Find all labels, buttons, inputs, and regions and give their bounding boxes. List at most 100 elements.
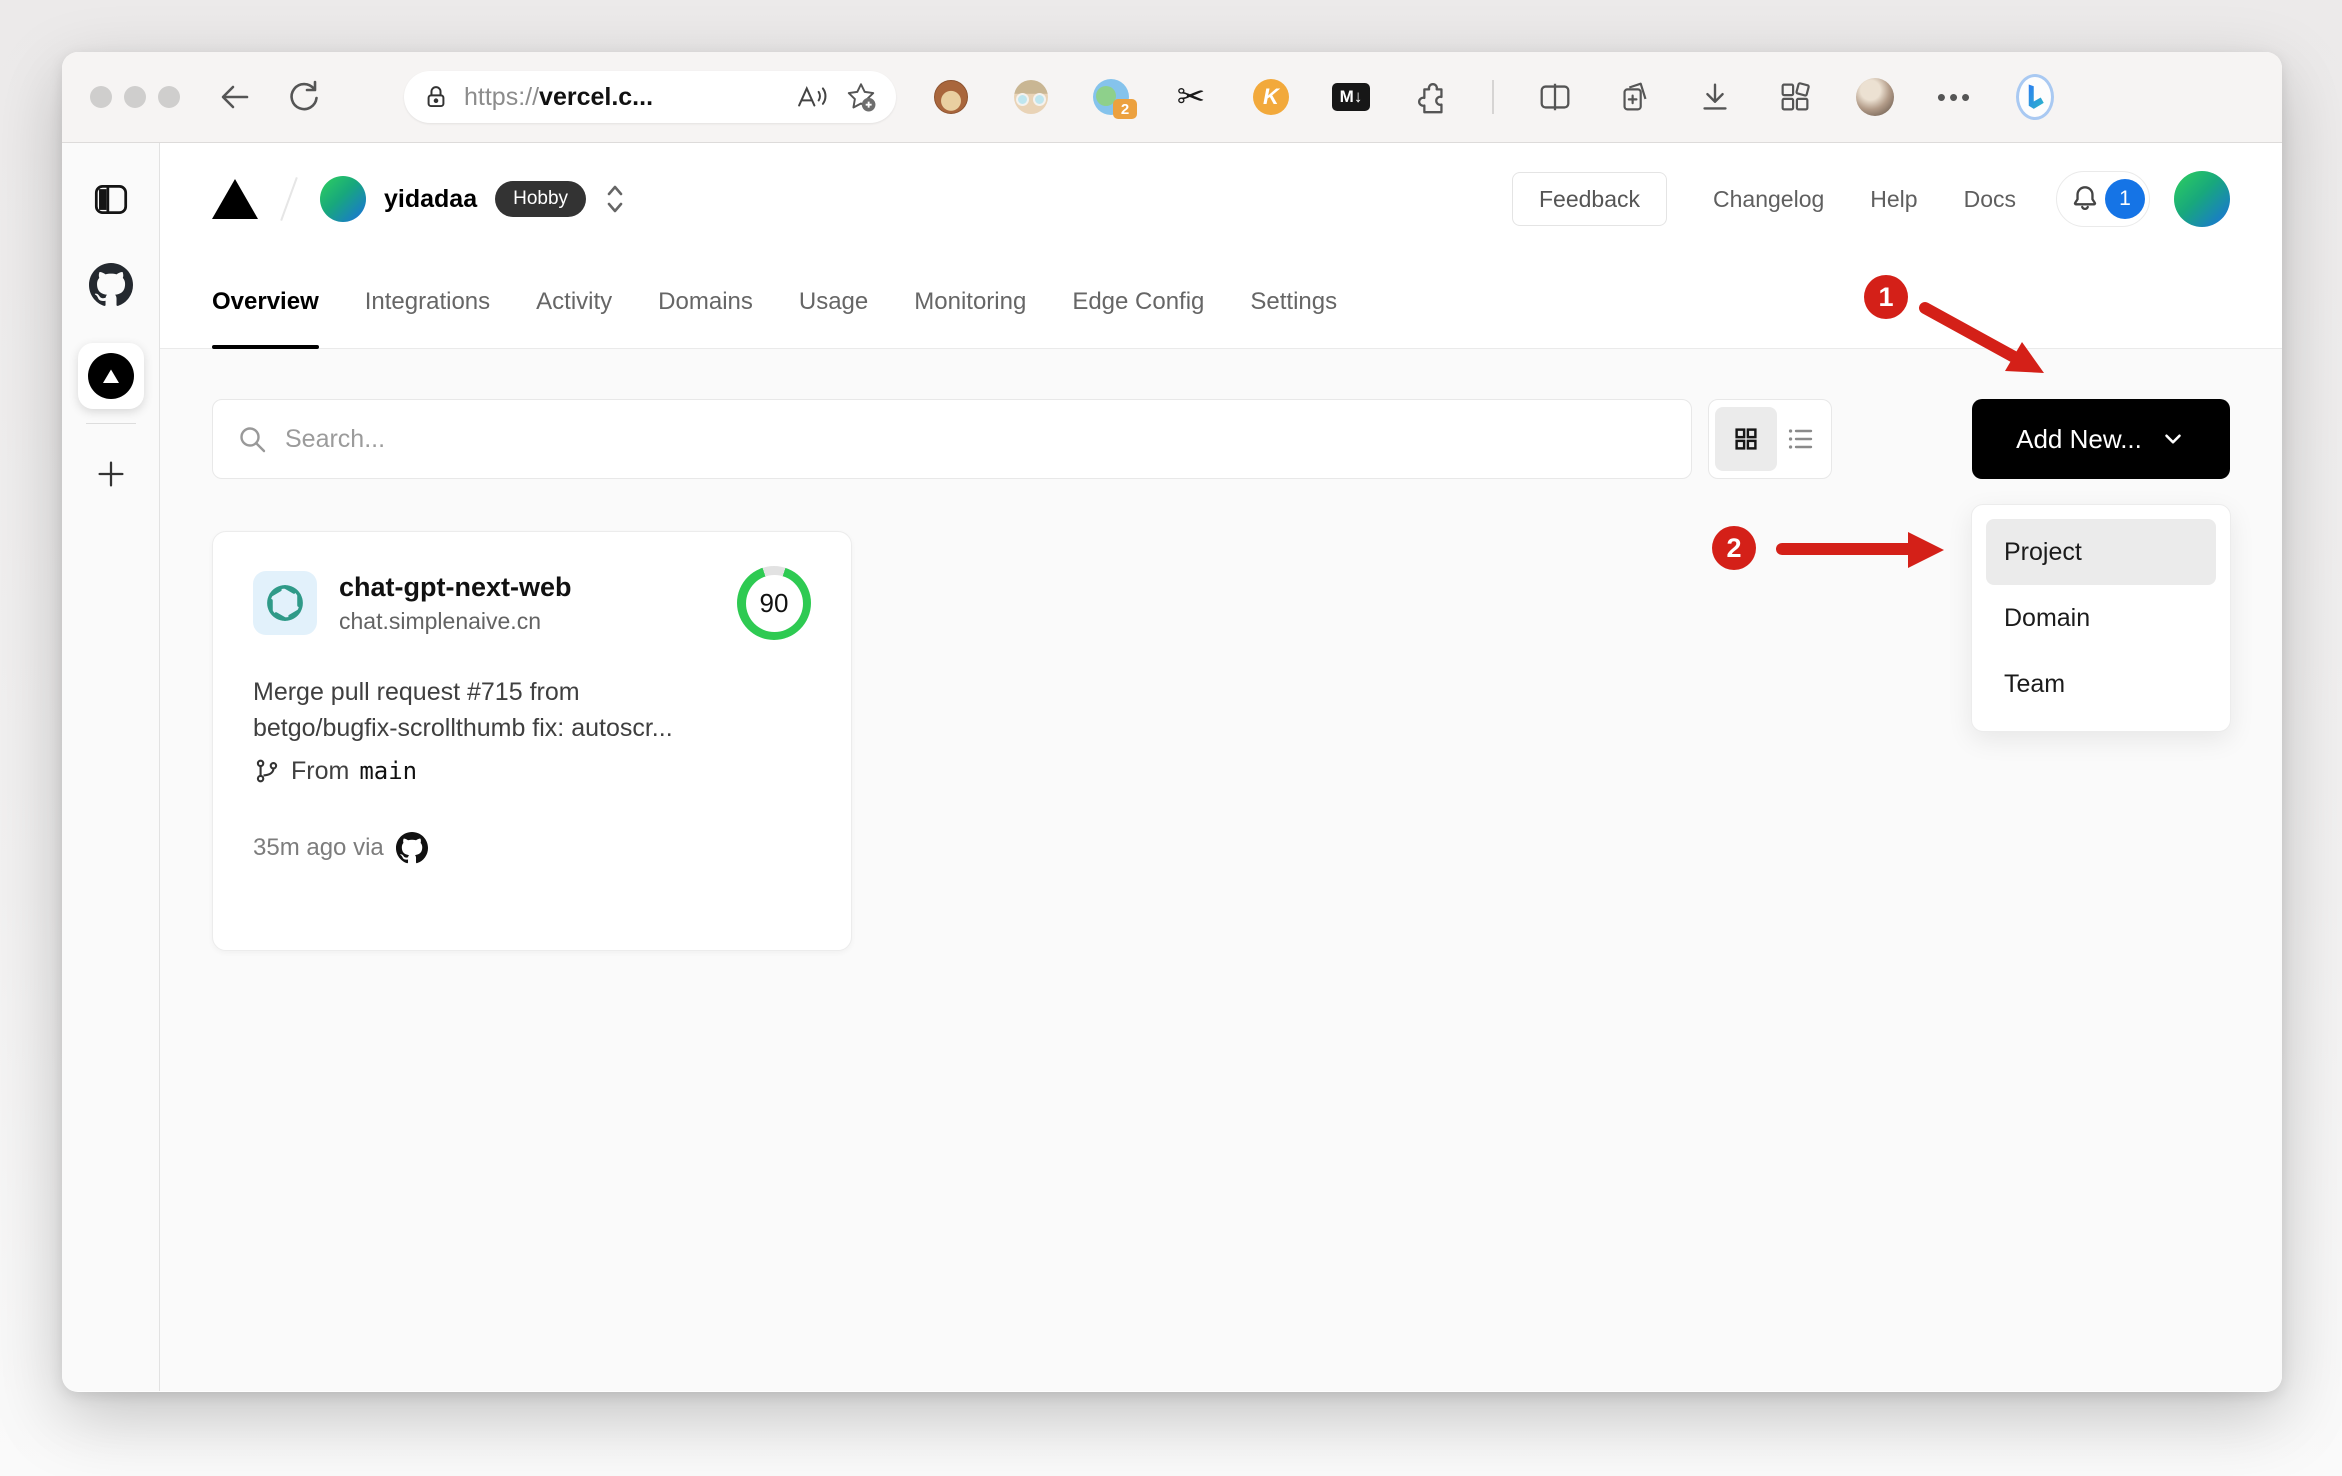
tab-activity[interactable]: Activity	[536, 255, 612, 348]
breadcrumb-slash	[280, 177, 298, 221]
extensions-row: 2 ✂ K M↓ •••	[932, 74, 2054, 120]
add-new-label: Add New...	[2016, 423, 2142, 454]
git-branch-icon	[256, 759, 278, 783]
project-card[interactable]: chat-gpt-next-web chat.simplenaive.cn 90…	[212, 531, 852, 951]
add-new-button[interactable]: Add New...	[1972, 399, 2230, 479]
browser-window: https://vercel.c... 2 ✂ K M↓ ••• yidadaa…	[62, 52, 2282, 1392]
tab-integrations[interactable]: Integrations	[365, 255, 490, 348]
list-view-button[interactable]	[1777, 407, 1825, 471]
puzzle-icon	[1418, 83, 1443, 114]
bell-icon	[2073, 186, 2097, 210]
scissors-extension-icon[interactable]: ✂	[1172, 78, 1210, 116]
translate-icon: 2	[1093, 79, 1137, 119]
downloads-icon[interactable]	[1696, 78, 1734, 116]
vercel-circle-icon	[87, 353, 134, 399]
feedback-button[interactable]: Feedback	[1512, 172, 1668, 226]
extensions-menu-icon[interactable]	[1412, 78, 1450, 116]
dropdown-item-project[interactable]: Project	[1986, 519, 2216, 585]
deploy-meta-row: 35m ago via	[253, 831, 811, 864]
browser-profile-avatar[interactable]	[1856, 78, 1894, 116]
branch-prefix: From	[291, 756, 350, 785]
extension-count-badge: 2	[1113, 99, 1137, 119]
vercel-dashboard: yidadaa Hobby Feedback Changelog Help Do…	[160, 143, 2282, 1391]
annotation-step-2: 2	[1712, 526, 1756, 570]
url-scheme: https://	[464, 82, 540, 111]
header-actions: Feedback Changelog Help Docs 1	[1512, 171, 2230, 227]
vercel-app-tile-active[interactable]	[77, 343, 144, 409]
minimize-window-button[interactable]	[124, 86, 146, 108]
project-domain[interactable]: chat.simplenaive.cn	[339, 608, 572, 635]
zoom-window-button[interactable]	[158, 86, 180, 108]
tab-monitoring[interactable]: Monitoring	[914, 255, 1026, 348]
window-controls	[90, 86, 180, 108]
close-window-button[interactable]	[90, 86, 112, 108]
k-letter-icon: K	[1253, 79, 1289, 115]
team-avatar[interactable]	[320, 176, 366, 222]
view-toggle	[1708, 399, 1832, 479]
github-icon	[395, 831, 428, 863]
help-link[interactable]: Help	[1870, 186, 1917, 213]
github-sidebar-icon[interactable]	[88, 263, 133, 307]
monkey-icon	[934, 80, 968, 114]
collections-icon[interactable]	[1616, 78, 1654, 116]
add-favorite-icon[interactable]	[844, 80, 878, 114]
dropdown-item-team[interactable]: Team	[1986, 651, 2216, 717]
avatar-extension-icon[interactable]	[1012, 78, 1050, 116]
projects-toolbar: Add New...	[212, 399, 2230, 479]
project-name: chat-gpt-next-web	[339, 571, 572, 602]
annotation-step-1: 1	[1864, 275, 1908, 319]
deploy-meta-text: 35m ago via	[253, 833, 384, 861]
url-host: vercel.c...	[539, 82, 654, 111]
back-icon[interactable]	[216, 78, 254, 116]
commit-message: Merge pull request #715 from betgo/bugfi…	[253, 674, 811, 747]
branch-name: main	[359, 757, 418, 785]
sidebar-divider	[85, 423, 136, 424]
apps-grid-icon[interactable]	[1776, 78, 1814, 116]
user-avatar[interactable]	[2174, 171, 2230, 227]
dashboard-tabs: Overview Integrations Activity Domains U…	[160, 255, 2282, 349]
tab-domains[interactable]: Domains	[658, 255, 753, 348]
face-glasses-icon	[1014, 80, 1048, 114]
markdown-extension-icon[interactable]: M↓	[1332, 78, 1370, 116]
plan-badge: Hobby	[495, 181, 587, 217]
grid-view-button[interactable]	[1715, 407, 1777, 471]
search-input[interactable]	[285, 424, 1667, 454]
browser-toolbar: https://vercel.c... 2 ✂ K M↓ •••	[62, 52, 2282, 143]
notifications-button[interactable]: 1	[2056, 171, 2150, 227]
bing-chat-button[interactable]	[2016, 74, 2054, 120]
translate-extension-icon[interactable]: 2	[1092, 78, 1137, 119]
tab-settings[interactable]: Settings	[1250, 255, 1337, 348]
project-card-header: chat-gpt-next-web chat.simplenaive.cn 90	[253, 566, 811, 640]
overview-content: Add New... Project Domain Team	[160, 349, 2282, 1391]
reload-icon[interactable]	[284, 78, 322, 116]
lighthouse-score-ring: 90	[737, 566, 811, 640]
split-screen-icon[interactable]	[1536, 78, 1574, 116]
chevron-down-icon	[2165, 434, 2181, 444]
docs-link[interactable]: Docs	[1964, 186, 2016, 213]
add-new-dropdown: Project Domain Team	[1971, 504, 2231, 732]
search-box[interactable]	[212, 399, 1692, 479]
sidebar-toggle-button[interactable]	[89, 177, 133, 221]
settings-more-icon[interactable]: •••	[1936, 78, 1974, 116]
add-app-button[interactable]	[89, 452, 133, 496]
tab-edge-config[interactable]: Edge Config	[1072, 255, 1204, 348]
markdown-download-icon: M↓	[1332, 83, 1370, 111]
lock-icon	[427, 86, 445, 108]
profile-photo-icon	[1856, 78, 1894, 116]
tampermonkey-extension-icon[interactable]	[932, 78, 970, 116]
list-view-icon	[1788, 429, 1813, 449]
tab-overview[interactable]: Overview	[212, 255, 319, 349]
dropdown-item-domain[interactable]: Domain	[1986, 585, 2216, 651]
commit-line-2: betgo/bugfix-scrollthumb fix: autoscr...	[253, 714, 673, 743]
changelog-link[interactable]: Changelog	[1713, 186, 1824, 213]
tab-usage[interactable]: Usage	[799, 255, 868, 348]
toolbar-divider	[1492, 80, 1494, 114]
team-name[interactable]: yidadaa	[384, 185, 477, 214]
branch-row: From main	[253, 757, 811, 786]
keylol-extension-icon[interactable]: K	[1252, 78, 1290, 116]
app-shell: yidadaa Hobby Feedback Changelog Help Do…	[62, 143, 2282, 1391]
address-bar[interactable]: https://vercel.c...	[404, 71, 896, 123]
read-aloud-icon[interactable]	[794, 80, 828, 114]
scope-switcher-icon[interactable]	[600, 182, 630, 216]
project-titles: chat-gpt-next-web chat.simplenaive.cn	[339, 572, 572, 635]
